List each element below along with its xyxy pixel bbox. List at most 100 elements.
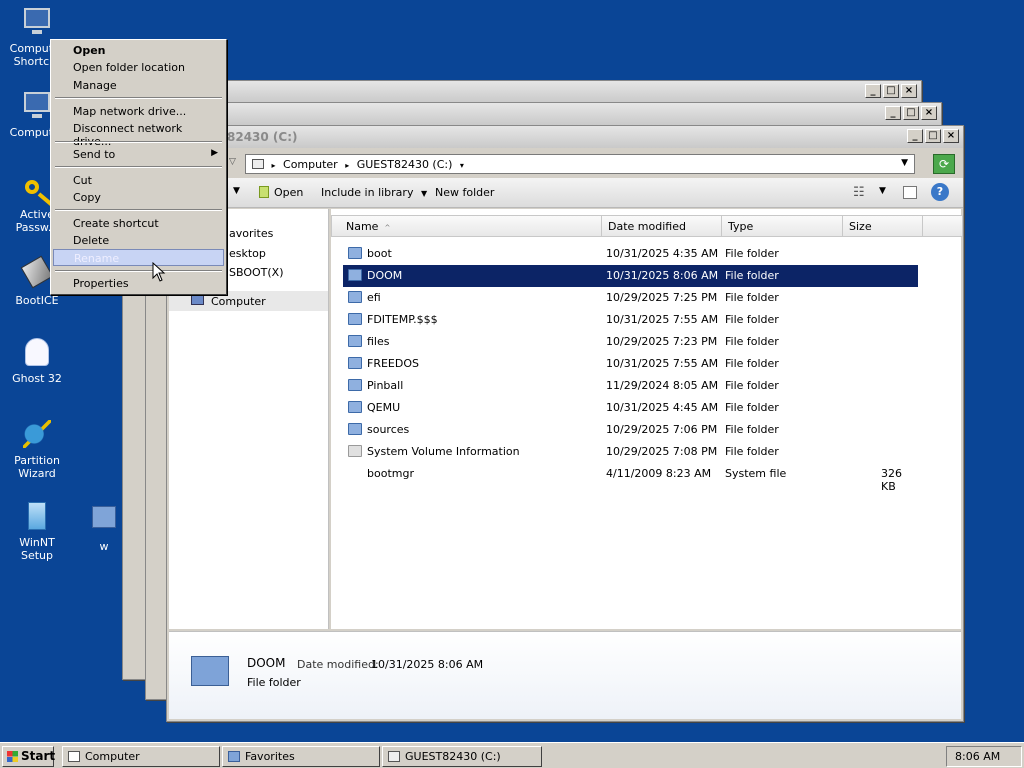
wand-icon [21,420,53,452]
minimize-button[interactable]: _ [865,84,881,98]
help-icon[interactable]: ? [931,183,949,201]
menu-item-map-network-drive[interactable]: Map network drive... [53,103,224,120]
window-titlebar[interactable]: 82430 (C:) _ □ × [167,126,963,148]
menu-item-cut[interactable]: Cut [53,172,224,189]
breadcrumb-computer[interactable]: Computer [283,158,338,171]
window-title: 82430 (C:) [227,130,298,144]
menu-separator [55,166,222,168]
close-button[interactable]: × [921,106,937,120]
maximize-button[interactable]: □ [883,84,899,98]
table-row[interactable]: FREEDOS 10/31/2025 7:55 AM File folder [343,353,918,375]
minimize-button[interactable]: _ [907,129,923,143]
folder-icon [348,269,362,281]
system-tray-clock[interactable]: 8:06 AM [946,746,1022,767]
menu-item-rename[interactable]: Rename [53,249,224,266]
folder-icon [348,247,362,259]
organize-dropdown-icon[interactable]: ▼ [233,186,240,196]
table-row[interactable]: bootmgr 4/11/2009 8:23 AM System file 326 K… [343,463,918,493]
desktop-icon-label: BootICE [15,294,59,307]
table-row[interactable]: files 10/29/2025 7:23 PM File folder [343,331,918,353]
desktop-icon-folder[interactable]: w [84,500,124,553]
close-button[interactable]: × [901,84,917,98]
address-dropdown-icon[interactable]: ▼ [901,158,908,168]
taskbar-item-computer[interactable]: Computer [62,746,220,767]
menu-separator [55,209,222,211]
table-row[interactable]: boot 10/31/2025 4:35 AM File folder [343,243,918,265]
table-row[interactable]: Pinball 11/29/2024 8:05 AM File folder [343,375,918,397]
recent-pages-icon[interactable]: ▽ [229,157,236,167]
column-header-size[interactable]: Size [843,215,923,237]
monitor-icon [68,751,80,762]
maximize-button[interactable]: □ [903,106,919,120]
minimize-button[interactable]: _ [885,106,901,120]
locked-folder-icon [348,445,362,457]
window-titlebar[interactable]: _ □ × [123,81,921,103]
column-header-date[interactable]: Date modified [602,215,722,237]
table-row[interactable]: sources 10/29/2025 7:06 PM File folder [343,419,918,441]
details-date: 10/31/2025 8:06 AM [371,658,484,671]
menu-item-send-to[interactable]: Send to ▶ [53,146,224,163]
desktop-icon-label: w [99,540,109,553]
key-icon [21,174,53,206]
menu-item-disconnect-network-drive[interactable]: Disconnect network drive... [53,120,224,148]
view-options-icon[interactable]: ☷ [853,185,865,200]
menu-separator [55,270,222,272]
view-dropdown-icon[interactable]: ▼ [879,186,886,196]
menu-item-open[interactable]: Open [53,42,224,59]
preview-pane-icon[interactable] [903,186,917,199]
taskbar-item-favorites[interactable]: Favorites [222,746,380,767]
refresh-button[interactable]: ⟳ [933,154,955,174]
table-row-selected[interactable]: DOOM 10/31/2025 8:06 AM File folder [343,265,918,287]
menu-item-copy[interactable]: Copy [53,189,224,206]
menu-item-properties[interactable]: Properties [53,275,224,292]
bootice-icon [20,255,54,292]
desktop-icon-winnt-setup[interactable]: WinNT Setup [2,500,72,562]
context-menu: Open Open folder location Manage Map net… [50,39,227,295]
desktop-icon-label: Partition Wizard [14,454,60,480]
desktop-icon-ghost[interactable]: Ghost 32 [2,336,72,385]
table-row[interactable]: FDITEMP.$$$ 10/31/2025 7:55 AM File folder [343,309,918,331]
taskbar-item-drive[interactable]: GUEST82430 (C:) [382,746,542,767]
start-button[interactable]: Start [2,746,55,767]
desktop-icon-partition-wizard[interactable]: Partition Wizard [2,418,72,480]
open-icon [259,186,269,198]
column-header-name[interactable]: Name ^ [331,215,602,237]
folder-icon [348,313,362,325]
address-bar[interactable]: ▸ Computer ▸ GUEST82430 (C:) ▾ ▼ [245,154,915,174]
open-button[interactable]: Open [259,186,303,199]
taskbar: Start Computer Favorites GUEST82430 (C:)… [0,742,1024,768]
folder-icon [348,401,362,413]
folder-icon [348,291,362,303]
menu-item-manage[interactable]: Manage [53,77,224,94]
window-titlebar[interactable]: _ □ × [146,103,941,125]
table-row[interactable]: QEMU 10/31/2025 4:45 AM File folder [343,397,918,419]
monitor-icon [191,295,204,305]
drive-icon [252,159,264,169]
menu-item-delete[interactable]: Delete [53,232,224,249]
address-row: ▽ ▸ Computer ▸ GUEST82430 (C:) ▾ ▼ ⟳ [167,148,963,178]
menu-item-create-shortcut[interactable]: Create shortcut [53,215,224,232]
folder-icon [228,751,240,762]
monitor-icon [21,92,53,124]
folder-icon [348,335,362,347]
table-row[interactable]: efi 10/29/2025 7:25 PM File folder [343,287,918,309]
folder-icon [88,506,120,538]
windows-logo-icon [7,751,18,762]
maximize-button[interactable]: □ [925,129,941,143]
breadcrumb-drive[interactable]: GUEST82430 (C:) [357,158,453,171]
column-header-type[interactable]: Type [722,215,843,237]
submenu-arrow-icon: ▶ [211,148,218,158]
details-type: File folder [247,676,301,689]
menu-item-open-folder-location[interactable]: Open folder location [53,59,224,76]
nav-sboot[interactable]: SBOOT(X) [229,266,284,279]
close-button[interactable]: × [943,129,959,143]
explorer-window[interactable]: 82430 (C:) _ □ × ▽ ▸ Computer ▸ GUEST824… [166,125,964,722]
menu-separator [55,141,222,143]
new-folder-button[interactable]: New folder [435,186,494,199]
table-row[interactable]: System Volume Information 10/29/2025 7:08… [343,441,918,463]
drive-icon [388,751,400,762]
nav-favorites[interactable]: avorites [229,227,273,240]
folder-icon [191,656,229,686]
include-in-library-button[interactable]: Include in library ▼ [321,186,427,199]
nav-desktop[interactable]: esktop [229,247,266,260]
